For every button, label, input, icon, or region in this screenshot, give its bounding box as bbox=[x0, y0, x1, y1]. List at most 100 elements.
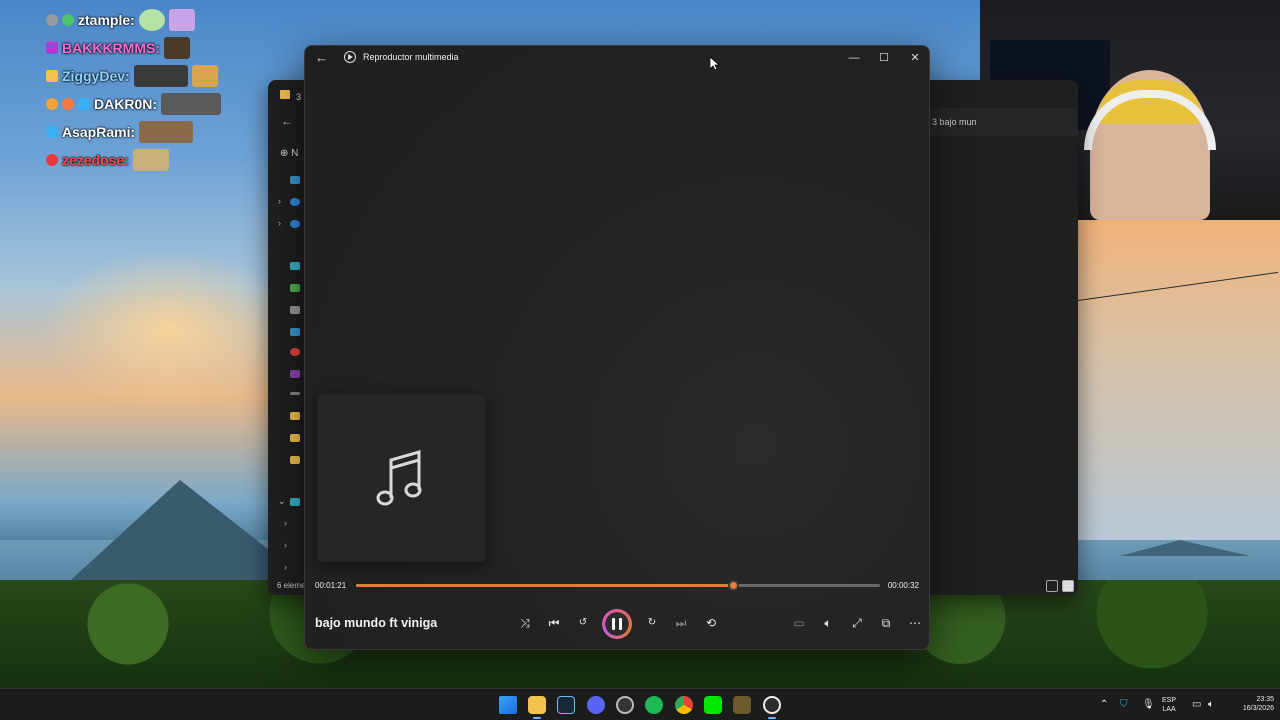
folder-icon[interactable] bbox=[290, 412, 300, 420]
chat-username: ztample: bbox=[78, 12, 135, 28]
wallpaper-sky-right bbox=[1078, 220, 1280, 540]
chevron-right-icon[interactable]: › bbox=[278, 218, 281, 228]
spotify-icon[interactable] bbox=[645, 696, 663, 714]
folder-icon[interactable] bbox=[290, 456, 300, 464]
minecraft-icon[interactable] bbox=[733, 696, 751, 714]
explorer-new-button[interactable]: ⊕ N bbox=[280, 148, 298, 159]
chevron-right-icon[interactable]: › bbox=[284, 540, 287, 550]
music-note-icon bbox=[376, 450, 422, 506]
clock-date: 16/3/2026 bbox=[1242, 705, 1274, 712]
chat-message: DAKR0N: bbox=[46, 90, 286, 118]
minimize-icon[interactable]: — bbox=[842, 48, 866, 68]
drive-icon[interactable] bbox=[290, 392, 300, 395]
media-player-window[interactable]: ← Reproductor multimedia — ☐ ✕ 00:01:21 … bbox=[304, 45, 930, 650]
volume-tray-icon[interactable]: 🔈︎ bbox=[1208, 699, 1214, 710]
chrome-icon[interactable] bbox=[675, 696, 693, 714]
downloads-icon[interactable] bbox=[290, 284, 300, 292]
input-language-line2: LAA bbox=[1162, 706, 1176, 713]
emote-icon bbox=[139, 121, 194, 143]
chat-message: ztample: bbox=[46, 6, 286, 34]
chat-message: zezedose: bbox=[46, 146, 286, 174]
folder-icon bbox=[280, 90, 290, 99]
badge-icon bbox=[46, 126, 58, 138]
details-view-icon[interactable] bbox=[1046, 580, 1058, 592]
discord-icon[interactable] bbox=[587, 696, 605, 714]
emote-icon bbox=[138, 9, 165, 31]
onedrive-icon[interactable] bbox=[290, 198, 300, 206]
defender-icon[interactable]: ⛉ bbox=[1120, 699, 1128, 710]
chat-username: zezedose: bbox=[62, 152, 129, 168]
emote-icon bbox=[191, 65, 218, 87]
active-indicator bbox=[768, 717, 776, 719]
back-arrow-icon[interactable]: ← bbox=[315, 50, 328, 65]
seek-bar-thumb[interactable] bbox=[728, 580, 740, 591]
chat-message: BAKKKRMMS: bbox=[46, 34, 286, 62]
chat-username: ZiggyDev: bbox=[62, 68, 130, 84]
pause-icon bbox=[619, 618, 622, 630]
explorer-tab-title[interactable]: 3 bbox=[296, 92, 301, 102]
tiles-view-icon[interactable] bbox=[1062, 580, 1074, 592]
captions-icon[interactable]: ▭ bbox=[789, 612, 809, 634]
network-icon[interactable]: ▭ bbox=[1192, 699, 1201, 710]
pictures-icon[interactable] bbox=[290, 328, 300, 336]
track-title: bajo mundo ft viniga bbox=[315, 616, 438, 630]
obs-icon[interactable] bbox=[616, 696, 634, 714]
badge-icon bbox=[46, 42, 58, 54]
gallery-icon[interactable] bbox=[290, 176, 300, 184]
emote-icon bbox=[168, 9, 195, 31]
maximize-icon[interactable]: ☐ bbox=[872, 48, 896, 68]
emote-icon bbox=[164, 37, 190, 59]
media-player-app-icon bbox=[344, 51, 356, 63]
documents-icon[interactable] bbox=[290, 306, 300, 314]
microphone-icon[interactable]: 🎙︎ bbox=[1142, 699, 1155, 710]
fullscreen-icon[interactable]: ⤢ bbox=[847, 612, 867, 634]
badge-icon bbox=[46, 14, 58, 26]
videos-icon[interactable] bbox=[290, 370, 300, 378]
skip-back-10-icon[interactable]: ↺ bbox=[573, 612, 593, 634]
seek-bar-progress bbox=[356, 584, 734, 587]
next-track-icon[interactable]: ⏭ bbox=[671, 612, 691, 634]
seek-bar[interactable] bbox=[356, 580, 880, 591]
title-bar[interactable]: ← Reproductor multimedia — ☐ ✕ bbox=[305, 46, 929, 70]
steam-icon[interactable] bbox=[557, 696, 575, 714]
chevron-right-icon[interactable]: › bbox=[284, 518, 287, 528]
repeat-icon[interactable]: ⟲ bbox=[701, 612, 721, 634]
emote-icon bbox=[132, 149, 169, 171]
badge-icon bbox=[78, 98, 90, 110]
chevron-down-icon[interactable]: ⌄ bbox=[278, 496, 286, 507]
chat-username: BAKKKRMMS: bbox=[62, 40, 160, 56]
explorer-back-arrow-icon[interactable]: ← bbox=[281, 114, 293, 128]
desktop-icon[interactable] bbox=[290, 262, 300, 270]
close-icon[interactable]: ✕ bbox=[903, 48, 927, 68]
media-player-taskbar-icon[interactable] bbox=[763, 696, 781, 714]
clock-time: 23:35 bbox=[1256, 696, 1274, 703]
input-language[interactable]: ESP LAA bbox=[1162, 696, 1176, 714]
previous-track-icon[interactable]: ⏮ bbox=[544, 612, 564, 634]
file-explorer-icon[interactable] bbox=[528, 696, 546, 714]
chevron-up-icon[interactable]: ⌃ bbox=[1100, 699, 1108, 710]
folder-icon[interactable] bbox=[290, 434, 300, 442]
chat-message: AsapRami: bbox=[46, 118, 286, 146]
explorer-address-text[interactable]: 3 bajo mun bbox=[932, 117, 977, 127]
more-options-icon[interactable]: ⋯ bbox=[905, 612, 925, 634]
music-icon[interactable] bbox=[290, 348, 300, 356]
mini-player-icon[interactable]: ⧉ bbox=[876, 612, 896, 634]
shuffle-icon[interactable]: ⤨ bbox=[515, 612, 535, 634]
chevron-right-icon[interactable]: › bbox=[278, 196, 281, 206]
explorer-status-text: 6 eleme bbox=[277, 581, 306, 590]
chevron-right-icon[interactable]: › bbox=[284, 562, 287, 572]
badge-icon bbox=[46, 154, 58, 166]
emote-icon bbox=[133, 65, 188, 87]
volume-icon[interactable]: 🔈︎ bbox=[818, 612, 838, 634]
start-windows-icon[interactable] bbox=[499, 696, 517, 714]
badge-icon bbox=[62, 98, 74, 110]
pause-button[interactable] bbox=[602, 609, 632, 639]
this-pc-icon[interactable] bbox=[290, 498, 300, 506]
kick-icon[interactable] bbox=[704, 696, 722, 714]
active-indicator bbox=[533, 717, 541, 719]
onedrive-icon[interactable] bbox=[290, 220, 300, 228]
skip-forward-30-icon[interactable]: ↻ bbox=[642, 612, 662, 634]
chat-username: AsapRami: bbox=[62, 124, 136, 140]
elapsed-time: 00:01:21 bbox=[315, 581, 347, 590]
clock[interactable]: 23:35 16/3/2026 bbox=[1228, 695, 1274, 713]
